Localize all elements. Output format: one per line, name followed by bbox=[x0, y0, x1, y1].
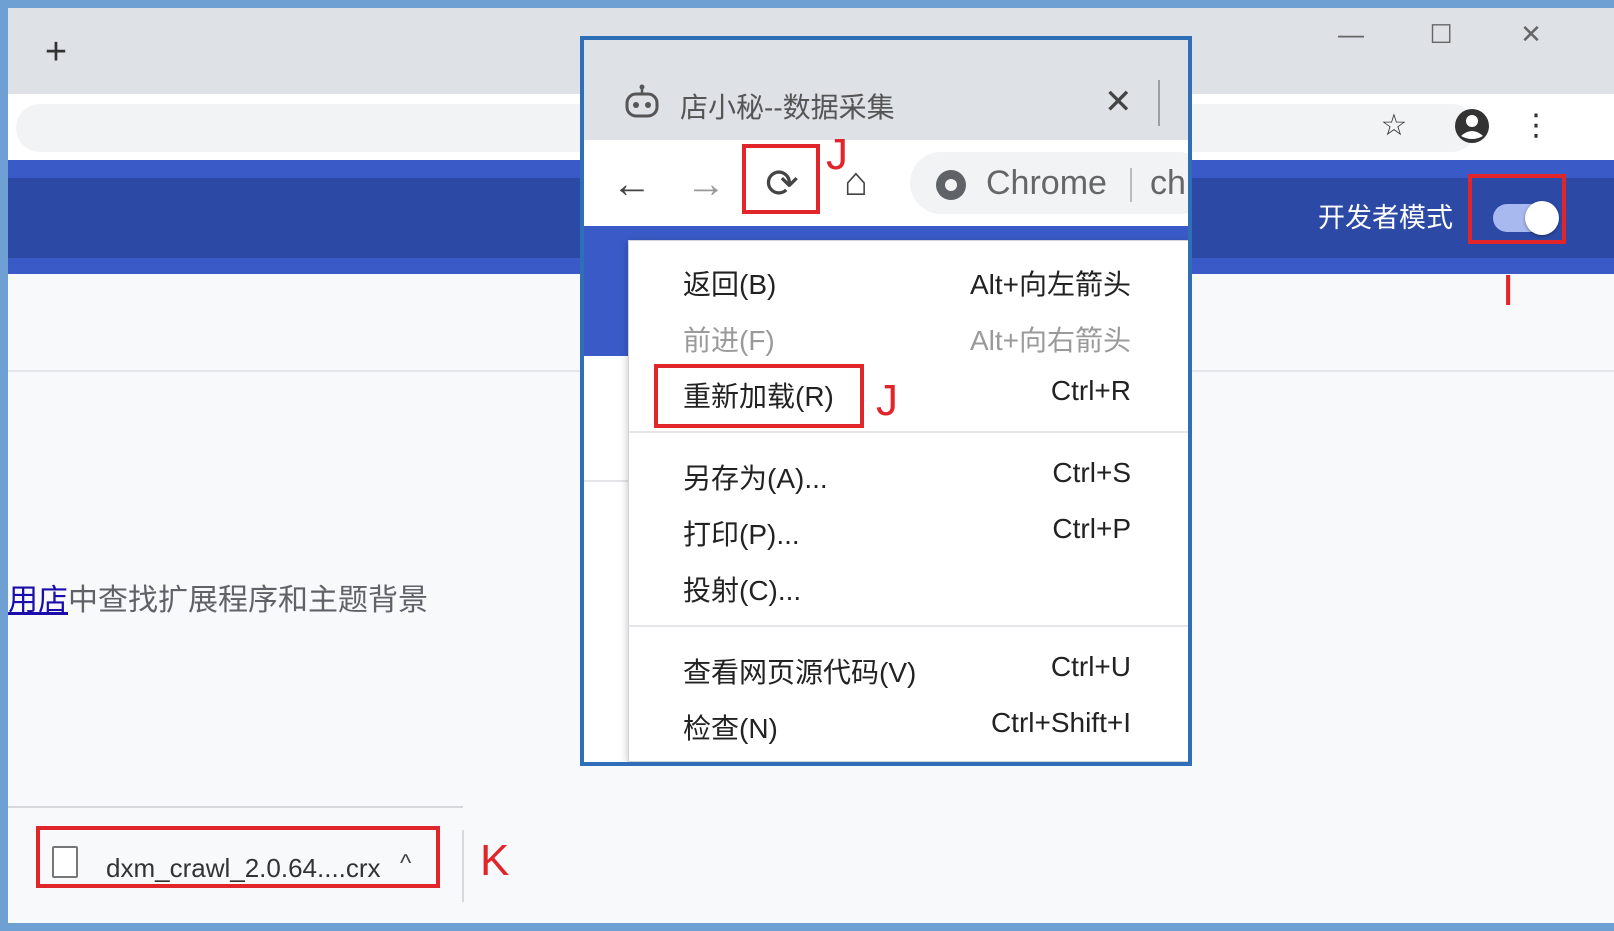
browser-menu-icon[interactable]: ⋮ bbox=[1514, 104, 1558, 148]
forward-arrow-icon[interactable]: → bbox=[682, 160, 730, 208]
download-shelf-separator bbox=[462, 830, 464, 902]
menu-item-shortcut: Ctrl+Shift+I bbox=[990, 707, 1131, 738]
bookmark-star-icon[interactable]: ☆ bbox=[1372, 104, 1416, 148]
menu-item-label: 打印(P)... bbox=[683, 519, 800, 550]
chrome-icon bbox=[936, 170, 966, 200]
omnibox-site-label: Chrome bbox=[986, 164, 1107, 202]
context-menu: 返回(B) Alt+向左箭头 前进(F) Alt+向右箭头 重新加载(R) Ct… bbox=[628, 240, 1188, 762]
menu-item-label: 另存为(A)... bbox=[683, 463, 828, 494]
menu-item-back[interactable]: 返回(B) Alt+向左箭头 bbox=[629, 251, 1188, 307]
omnibox-url-fragment: ch bbox=[1150, 164, 1186, 202]
menu-item-print[interactable]: 打印(P)... Ctrl+P bbox=[629, 501, 1188, 557]
menu-item-shortcut: Ctrl+R bbox=[1050, 375, 1131, 406]
store-hint-text: 用店中查找扩展程序和主题背景 bbox=[8, 575, 428, 619]
annotation-box-i bbox=[1468, 174, 1566, 244]
omnibox-separator bbox=[1130, 168, 1132, 202]
annotation-label-j-reload: J bbox=[826, 130, 848, 179]
menu-item-cast[interactable]: 投射(C)... bbox=[629, 557, 1188, 613]
developer-mode-label: 开发者模式 bbox=[1318, 203, 1453, 233]
maximize-button[interactable]: ☐ bbox=[1418, 14, 1464, 54]
menu-item-shortcut: Alt+向左箭头 bbox=[969, 269, 1131, 300]
annotation-label-i: I bbox=[1502, 266, 1515, 315]
menu-separator bbox=[629, 625, 1188, 627]
menu-item-save-as[interactable]: 另存为(A)... Ctrl+S bbox=[629, 445, 1188, 501]
menu-item-shortcut: Ctrl+P bbox=[1052, 513, 1131, 544]
menu-item-forward[interactable]: 前进(F) Alt+向右箭头 bbox=[629, 307, 1188, 363]
annotation-label-k: K bbox=[480, 836, 510, 885]
menu-item-label: 查看网页源代码(V) bbox=[683, 657, 917, 688]
close-icon[interactable]: ✕ bbox=[1104, 82, 1133, 122]
annotation-label-j-menu: J bbox=[876, 376, 898, 425]
download-shelf-border bbox=[8, 806, 463, 808]
annotation-box-k bbox=[36, 826, 440, 888]
menu-item-label: 检查(N) bbox=[683, 713, 778, 744]
menu-item-label: 返回(B) bbox=[683, 269, 777, 300]
menu-item-view-source[interactable]: 查看网页源代码(V) Ctrl+U bbox=[629, 639, 1188, 695]
annotation-box-j-reload bbox=[742, 144, 820, 214]
menu-item-label: 投射(C)... bbox=[683, 575, 802, 606]
robot-icon bbox=[624, 84, 660, 120]
back-arrow-icon[interactable]: ← bbox=[608, 160, 656, 208]
menu-item-shortcut: Alt+向右箭头 bbox=[969, 325, 1131, 356]
menu-item-label: 前进(F) bbox=[683, 325, 775, 356]
annotation-box-j-menu bbox=[654, 364, 864, 428]
web-store-link[interactable]: 用店 bbox=[8, 584, 68, 617]
new-tab-button[interactable]: + bbox=[30, 26, 82, 78]
store-hint-rest: 中查找扩展程序和主题背景 bbox=[68, 584, 428, 617]
menu-item-inspect[interactable]: 检查(N) Ctrl+Shift+I bbox=[629, 695, 1188, 751]
menu-item-shortcut: Ctrl+S bbox=[1052, 457, 1131, 488]
minimize-button[interactable]: — bbox=[1328, 14, 1374, 54]
zoomed-inset: 店小秘--数据采集 ✕ ← → ⟳ ⌂ Chrome ch 返回(B) Alt+… bbox=[580, 36, 1192, 766]
inset-tab[interactable]: 店小秘--数据采集 ✕ bbox=[584, 40, 1188, 140]
tab-separator bbox=[1158, 80, 1160, 126]
inset-tab-title: 店小秘--数据采集 bbox=[680, 92, 895, 123]
menu-item-shortcut: Ctrl+U bbox=[1050, 651, 1131, 682]
close-window-button[interactable]: ✕ bbox=[1508, 14, 1554, 54]
menu-separator bbox=[629, 431, 1188, 433]
profile-avatar-icon[interactable] bbox=[1452, 106, 1492, 146]
